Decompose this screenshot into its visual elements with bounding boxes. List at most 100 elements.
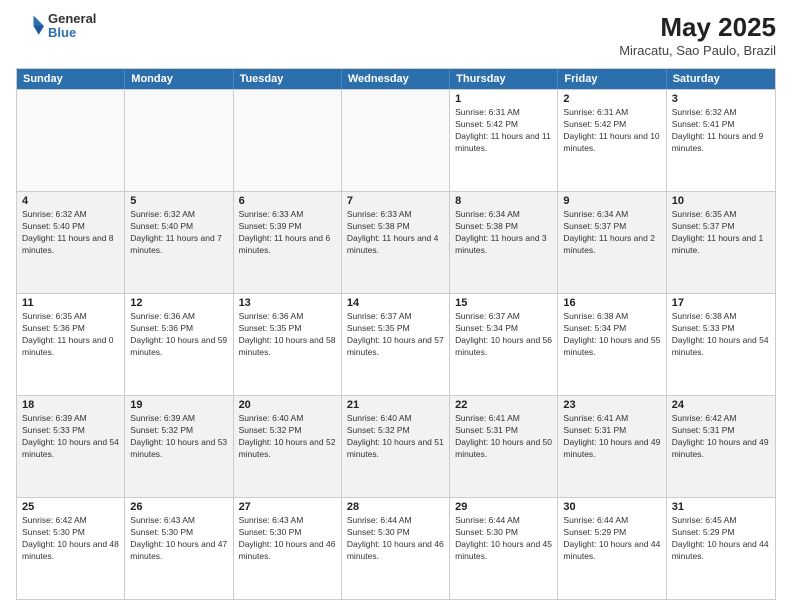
day-number: 13 — [239, 297, 336, 309]
day-number: 20 — [239, 399, 336, 411]
day-number: 6 — [239, 195, 336, 207]
calendar-cell: 15 Sunrise: 6:37 AMSunset: 5:34 PMDayligh… — [450, 294, 558, 395]
cell-info: Sunrise: 6:37 AMSunset: 5:35 PMDaylight:… — [347, 311, 444, 359]
calendar-header: Sunday Monday Tuesday Wednesday Thursday… — [17, 69, 775, 89]
calendar-cell: 11 Sunrise: 6:35 AMSunset: 5:36 PMDayligh… — [17, 294, 125, 395]
header: General Blue May 2025 Miracatu, Sao Paul… — [16, 12, 776, 58]
calendar-cell: 7Sunrise: 6:33 AMSunset: 5:38 PMDaylight… — [342, 192, 450, 293]
day-number: 28 — [347, 501, 444, 513]
calendar-cell: 6 Sunrise: 6:33 AMSunset: 5:39 PMDaylight… — [234, 192, 342, 293]
logo-text: General Blue — [48, 12, 96, 41]
day-number: 12 — [130, 297, 227, 309]
calendar-cell: 16 Sunrise: 6:38 AMSunset: 5:34 PMDayligh… — [558, 294, 666, 395]
header-sunday: Sunday — [17, 69, 125, 89]
day-number: 31 — [672, 501, 770, 513]
day-number: 23 — [563, 399, 660, 411]
cell-info: Sunrise: 6:43 AMSunset: 5:30 PMDaylight:… — [239, 515, 336, 563]
day-number: 30 — [563, 501, 660, 513]
cell-info: Sunrise: 6:36 AMSunset: 5:36 PMDaylight:… — [130, 311, 227, 359]
header-saturday: Saturday — [667, 69, 775, 89]
calendar-cell: 27 Sunrise: 6:43 AMSunset: 5:30 PMDayligh… — [234, 498, 342, 599]
calendar-cell: 30 Sunrise: 6:44 AMSunset: 5:29 PMDayligh… — [558, 498, 666, 599]
cell-info: Sunrise: 6:32 AMSunset: 5:41 PMDaylight:… — [672, 107, 770, 155]
header-tuesday: Tuesday — [234, 69, 342, 89]
calendar-cell: 19Sunrise: 6:39 AMSunset: 5:32 PMDayligh… — [125, 396, 233, 497]
day-number: 2 — [563, 93, 660, 105]
calendar-cell: 24 Sunrise: 6:42 AMSunset: 5:31 PMDayligh… — [667, 396, 775, 497]
calendar-cell: 4Sunrise: 6:32 AMSunset: 5:40 PMDaylight… — [17, 192, 125, 293]
day-number: 26 — [130, 501, 227, 513]
day-number: 16 — [563, 297, 660, 309]
calendar-cell: 13 Sunrise: 6:36 AMSunset: 5:35 PMDayligh… — [234, 294, 342, 395]
calendar-cell: 25Sunrise: 6:42 AMSunset: 5:30 PMDayligh… — [17, 498, 125, 599]
location: Miracatu, Sao Paulo, Brazil — [619, 43, 776, 58]
cell-info: Sunrise: 6:44 AMSunset: 5:29 PMDaylight:… — [563, 515, 660, 563]
logo-general: General — [48, 12, 96, 26]
day-number: 27 — [239, 501, 336, 513]
day-number: 9 — [563, 195, 660, 207]
calendar-cell: 26Sunrise: 6:43 AMSunset: 5:30 PMDayligh… — [125, 498, 233, 599]
calendar-cell: 23Sunrise: 6:41 AMSunset: 5:31 PMDayligh… — [558, 396, 666, 497]
day-number: 1 — [455, 93, 552, 105]
calendar-cell — [125, 90, 233, 191]
cell-info: Sunrise: 6:38 AMSunset: 5:34 PMDaylight:… — [563, 311, 660, 359]
calendar-cell: 14 Sunrise: 6:37 AMSunset: 5:35 PMDayligh… — [342, 294, 450, 395]
cell-info: Sunrise: 6:37 AMSunset: 5:34 PMDaylight:… — [455, 311, 552, 359]
cell-info: Sunrise: 6:36 AMSunset: 5:35 PMDaylight:… — [239, 311, 336, 359]
cell-info: Sunrise: 6:35 AMSunset: 5:36 PMDaylight:… — [22, 311, 119, 359]
cell-info: Sunrise: 6:41 AMSunset: 5:31 PMDaylight:… — [455, 413, 552, 461]
day-number: 15 — [455, 297, 552, 309]
calendar-cell — [17, 90, 125, 191]
day-number: 8 — [455, 195, 552, 207]
page: General Blue May 2025 Miracatu, Sao Paul… — [0, 0, 792, 612]
day-number: 17 — [672, 297, 770, 309]
calendar-row-3: 11 Sunrise: 6:35 AMSunset: 5:36 PMDayligh… — [17, 293, 775, 395]
cell-info: Sunrise: 6:40 AMSunset: 5:32 PMDaylight:… — [347, 413, 444, 461]
day-number: 21 — [347, 399, 444, 411]
calendar-cell: 8 Sunrise: 6:34 AMSunset: 5:38 PMDaylight… — [450, 192, 558, 293]
day-number: 25 — [22, 501, 119, 513]
calendar-body: 1 Sunrise: 6:31 AMSunset: 5:42 PMDaylight… — [17, 89, 775, 599]
cell-info: Sunrise: 6:42 AMSunset: 5:31 PMDaylight:… — [672, 413, 770, 461]
cell-info: Sunrise: 6:38 AMSunset: 5:33 PMDaylight:… — [672, 311, 770, 359]
cell-info: Sunrise: 6:34 AMSunset: 5:38 PMDaylight:… — [455, 209, 552, 257]
day-number: 5 — [130, 195, 227, 207]
cell-info: Sunrise: 6:35 AMSunset: 5:37 PMDaylight:… — [672, 209, 770, 257]
cell-info: Sunrise: 6:33 AMSunset: 5:38 PMDaylight:… — [347, 209, 444, 257]
day-number: 11 — [22, 297, 119, 309]
calendar-cell — [342, 90, 450, 191]
day-number: 22 — [455, 399, 552, 411]
calendar-cell: 9Sunrise: 6:34 AMSunset: 5:37 PMDaylight… — [558, 192, 666, 293]
title-block: May 2025 Miracatu, Sao Paulo, Brazil — [619, 12, 776, 58]
month-year: May 2025 — [619, 12, 776, 43]
day-number: 4 — [22, 195, 119, 207]
calendar-cell: 2 Sunrise: 6:31 AMSunset: 5:42 PMDaylight… — [558, 90, 666, 191]
calendar-cell: 22 Sunrise: 6:41 AMSunset: 5:31 PMDayligh… — [450, 396, 558, 497]
day-number: 19 — [130, 399, 227, 411]
calendar-cell: 28Sunrise: 6:44 AMSunset: 5:30 PMDayligh… — [342, 498, 450, 599]
logo-icon — [16, 12, 44, 40]
calendar-cell: 1Sunrise: 6:31 AMSunset: 5:42 PMDaylight… — [450, 90, 558, 191]
calendar: Sunday Monday Tuesday Wednesday Thursday… — [16, 68, 776, 600]
calendar-cell: 3Sunrise: 6:32 AMSunset: 5:41 PMDaylight… — [667, 90, 775, 191]
cell-info: Sunrise: 6:31 AMSunset: 5:42 PMDaylight:… — [563, 107, 660, 155]
day-number: 18 — [22, 399, 119, 411]
header-wednesday: Wednesday — [342, 69, 450, 89]
day-number: 29 — [455, 501, 552, 513]
cell-info: Sunrise: 6:32 AMSunset: 5:40 PMDaylight:… — [130, 209, 227, 257]
calendar-cell: 21 Sunrise: 6:40 AMSunset: 5:32 PMDayligh… — [342, 396, 450, 497]
header-thursday: Thursday — [450, 69, 558, 89]
day-number: 14 — [347, 297, 444, 309]
calendar-cell: 10 Sunrise: 6:35 AMSunset: 5:37 PMDayligh… — [667, 192, 775, 293]
day-number: 24 — [672, 399, 770, 411]
day-number: 10 — [672, 195, 770, 207]
cell-info: Sunrise: 6:45 AMSunset: 5:29 PMDaylight:… — [672, 515, 770, 563]
calendar-cell: 12 Sunrise: 6:36 AMSunset: 5:36 PMDayligh… — [125, 294, 233, 395]
header-monday: Monday — [125, 69, 233, 89]
calendar-cell: 18Sunrise: 6:39 AMSunset: 5:33 PMDayligh… — [17, 396, 125, 497]
cell-info: Sunrise: 6:44 AMSunset: 5:30 PMDaylight:… — [455, 515, 552, 563]
cell-info: Sunrise: 6:33 AMSunset: 5:39 PMDaylight:… — [239, 209, 336, 257]
header-friday: Friday — [558, 69, 666, 89]
calendar-row-1: 1 Sunrise: 6:31 AMSunset: 5:42 PMDaylight… — [17, 89, 775, 191]
cell-info: Sunrise: 6:40 AMSunset: 5:32 PMDaylight:… — [239, 413, 336, 461]
